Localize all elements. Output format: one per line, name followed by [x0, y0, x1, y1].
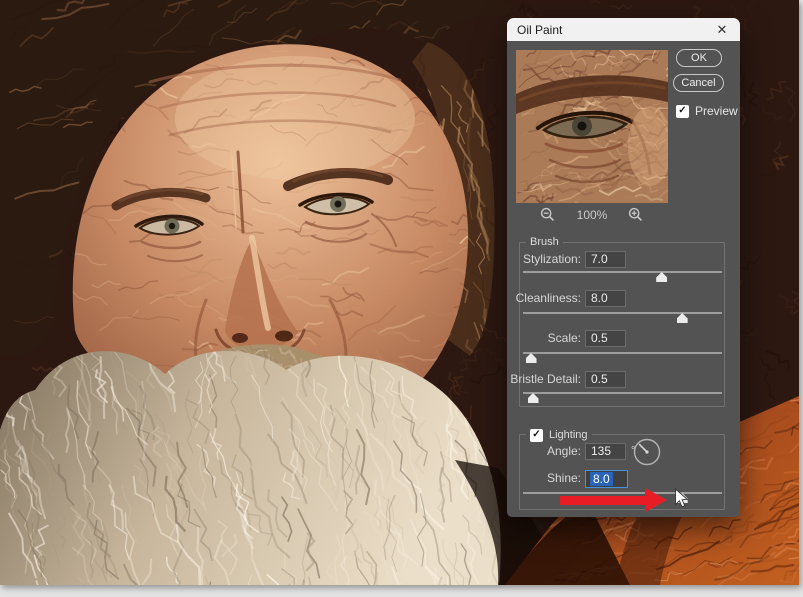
- slider-thumb[interactable]: [656, 272, 667, 282]
- shine-selected-value[interactable]: 8.0: [590, 472, 613, 486]
- slider-thumb[interactable]: [526, 353, 537, 363]
- lighting-checkbox[interactable]: ✓: [530, 429, 543, 442]
- close-icon[interactable]: ✕: [714, 22, 730, 38]
- angle-value[interactable]: 135: [585, 443, 626, 460]
- dialog-title: Oil Paint: [517, 23, 562, 37]
- shine-value-field[interactable]: 8.0: [585, 470, 628, 488]
- zoom-level[interactable]: 100%: [556, 208, 628, 222]
- bristle-detail-label: Bristle Detail:: [509, 371, 581, 388]
- slider-thumb[interactable]: [528, 393, 539, 403]
- slider-track[interactable]: [523, 271, 722, 273]
- scale-label: Scale:: [509, 330, 581, 347]
- cleanliness-label: Cleanliness:: [509, 290, 581, 307]
- dialog-titlebar[interactable]: Oil Paint ✕: [507, 18, 740, 41]
- angle-label: Angle:: [509, 443, 581, 460]
- preview-checkbox[interactable]: ✓: [676, 105, 689, 118]
- zoom-in-icon[interactable]: [628, 207, 644, 223]
- filter-preview-thumbnail[interactable]: [516, 50, 668, 203]
- slider-thumb[interactable]: [677, 313, 688, 323]
- mouse-cursor: [674, 488, 689, 509]
- bristle-detail-slider[interactable]: [523, 389, 722, 405]
- slider-track[interactable]: [523, 392, 722, 394]
- slider-track[interactable]: [523, 492, 722, 494]
- preview-option: ✓ Preview: [676, 104, 738, 118]
- brush-group-label: Brush: [526, 236, 563, 248]
- scale-slider[interactable]: [523, 349, 722, 365]
- ok-button[interactable]: OK: [676, 49, 722, 67]
- zoom-out-icon[interactable]: [540, 207, 556, 223]
- stylization-value[interactable]: 7.0: [585, 251, 626, 268]
- scale-value[interactable]: 0.5: [585, 330, 626, 347]
- cancel-button[interactable]: Cancel: [673, 74, 724, 92]
- cleanliness-value[interactable]: 8.0: [585, 290, 626, 307]
- preview-eye-closeup: [516, 50, 668, 203]
- preview-label: Preview: [695, 104, 738, 118]
- red-arrow-head: [645, 488, 667, 512]
- lighting-label: Lighting: [549, 429, 588, 441]
- cleanliness-slider[interactable]: [523, 309, 722, 325]
- red-arrow-annotation: [560, 496, 645, 505]
- shine-label: Shine:: [509, 470, 581, 487]
- oil-paint-dialog: Oil Paint ✕: [507, 18, 740, 517]
- oil-paint-image: Oil Paint ✕: [0, 0, 799, 585]
- stylization-slider[interactable]: [523, 268, 722, 284]
- angle-dial[interactable]: [633, 438, 661, 466]
- slider-track[interactable]: [523, 312, 722, 314]
- preview-zoom-controls: 100%: [516, 206, 668, 223]
- bristle-detail-value[interactable]: 0.5: [585, 371, 626, 388]
- stylization-label: Stylization:: [509, 251, 581, 268]
- slider-track[interactable]: [523, 352, 722, 354]
